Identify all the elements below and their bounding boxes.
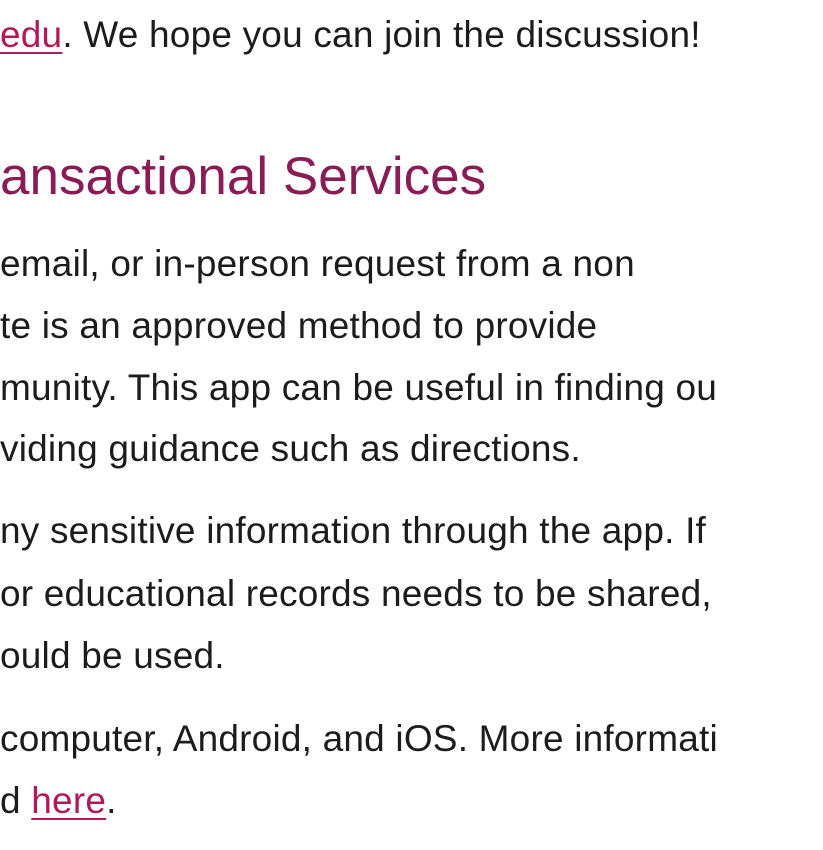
intro-line: edu. We hope you can join the discussion… — [0, 16, 701, 53]
paragraph1-line4: viding guidance such as directions. — [0, 428, 581, 469]
paragraph2-line1: ny sensitive information through the app… — [0, 510, 707, 551]
section-heading: ansactional Services — [0, 147, 487, 206]
paragraph3-line1: computer, Android, and iOS. More informa… — [0, 718, 718, 759]
paragraph2-line3: ould be used. — [0, 635, 225, 676]
paragraph1-line3: munity. This app can be useful in findin… — [0, 367, 718, 408]
paragraph1-line1: email, or in-person request from a non — [0, 243, 635, 284]
intro-text: . We hope you can join the discussion! — [62, 14, 701, 55]
paragraph3-line2: d here. — [0, 782, 117, 819]
paragraph2-line2: or educational records needs to be share… — [0, 573, 712, 614]
paragraph3-prefix: d — [0, 780, 32, 821]
paragraph1-line2: te is an approved method to provide — [0, 305, 598, 346]
here-link[interactable]: here — [31, 780, 106, 821]
paragraph3-suffix: . — [106, 780, 117, 821]
email-link[interactable]: edu — [0, 14, 62, 55]
